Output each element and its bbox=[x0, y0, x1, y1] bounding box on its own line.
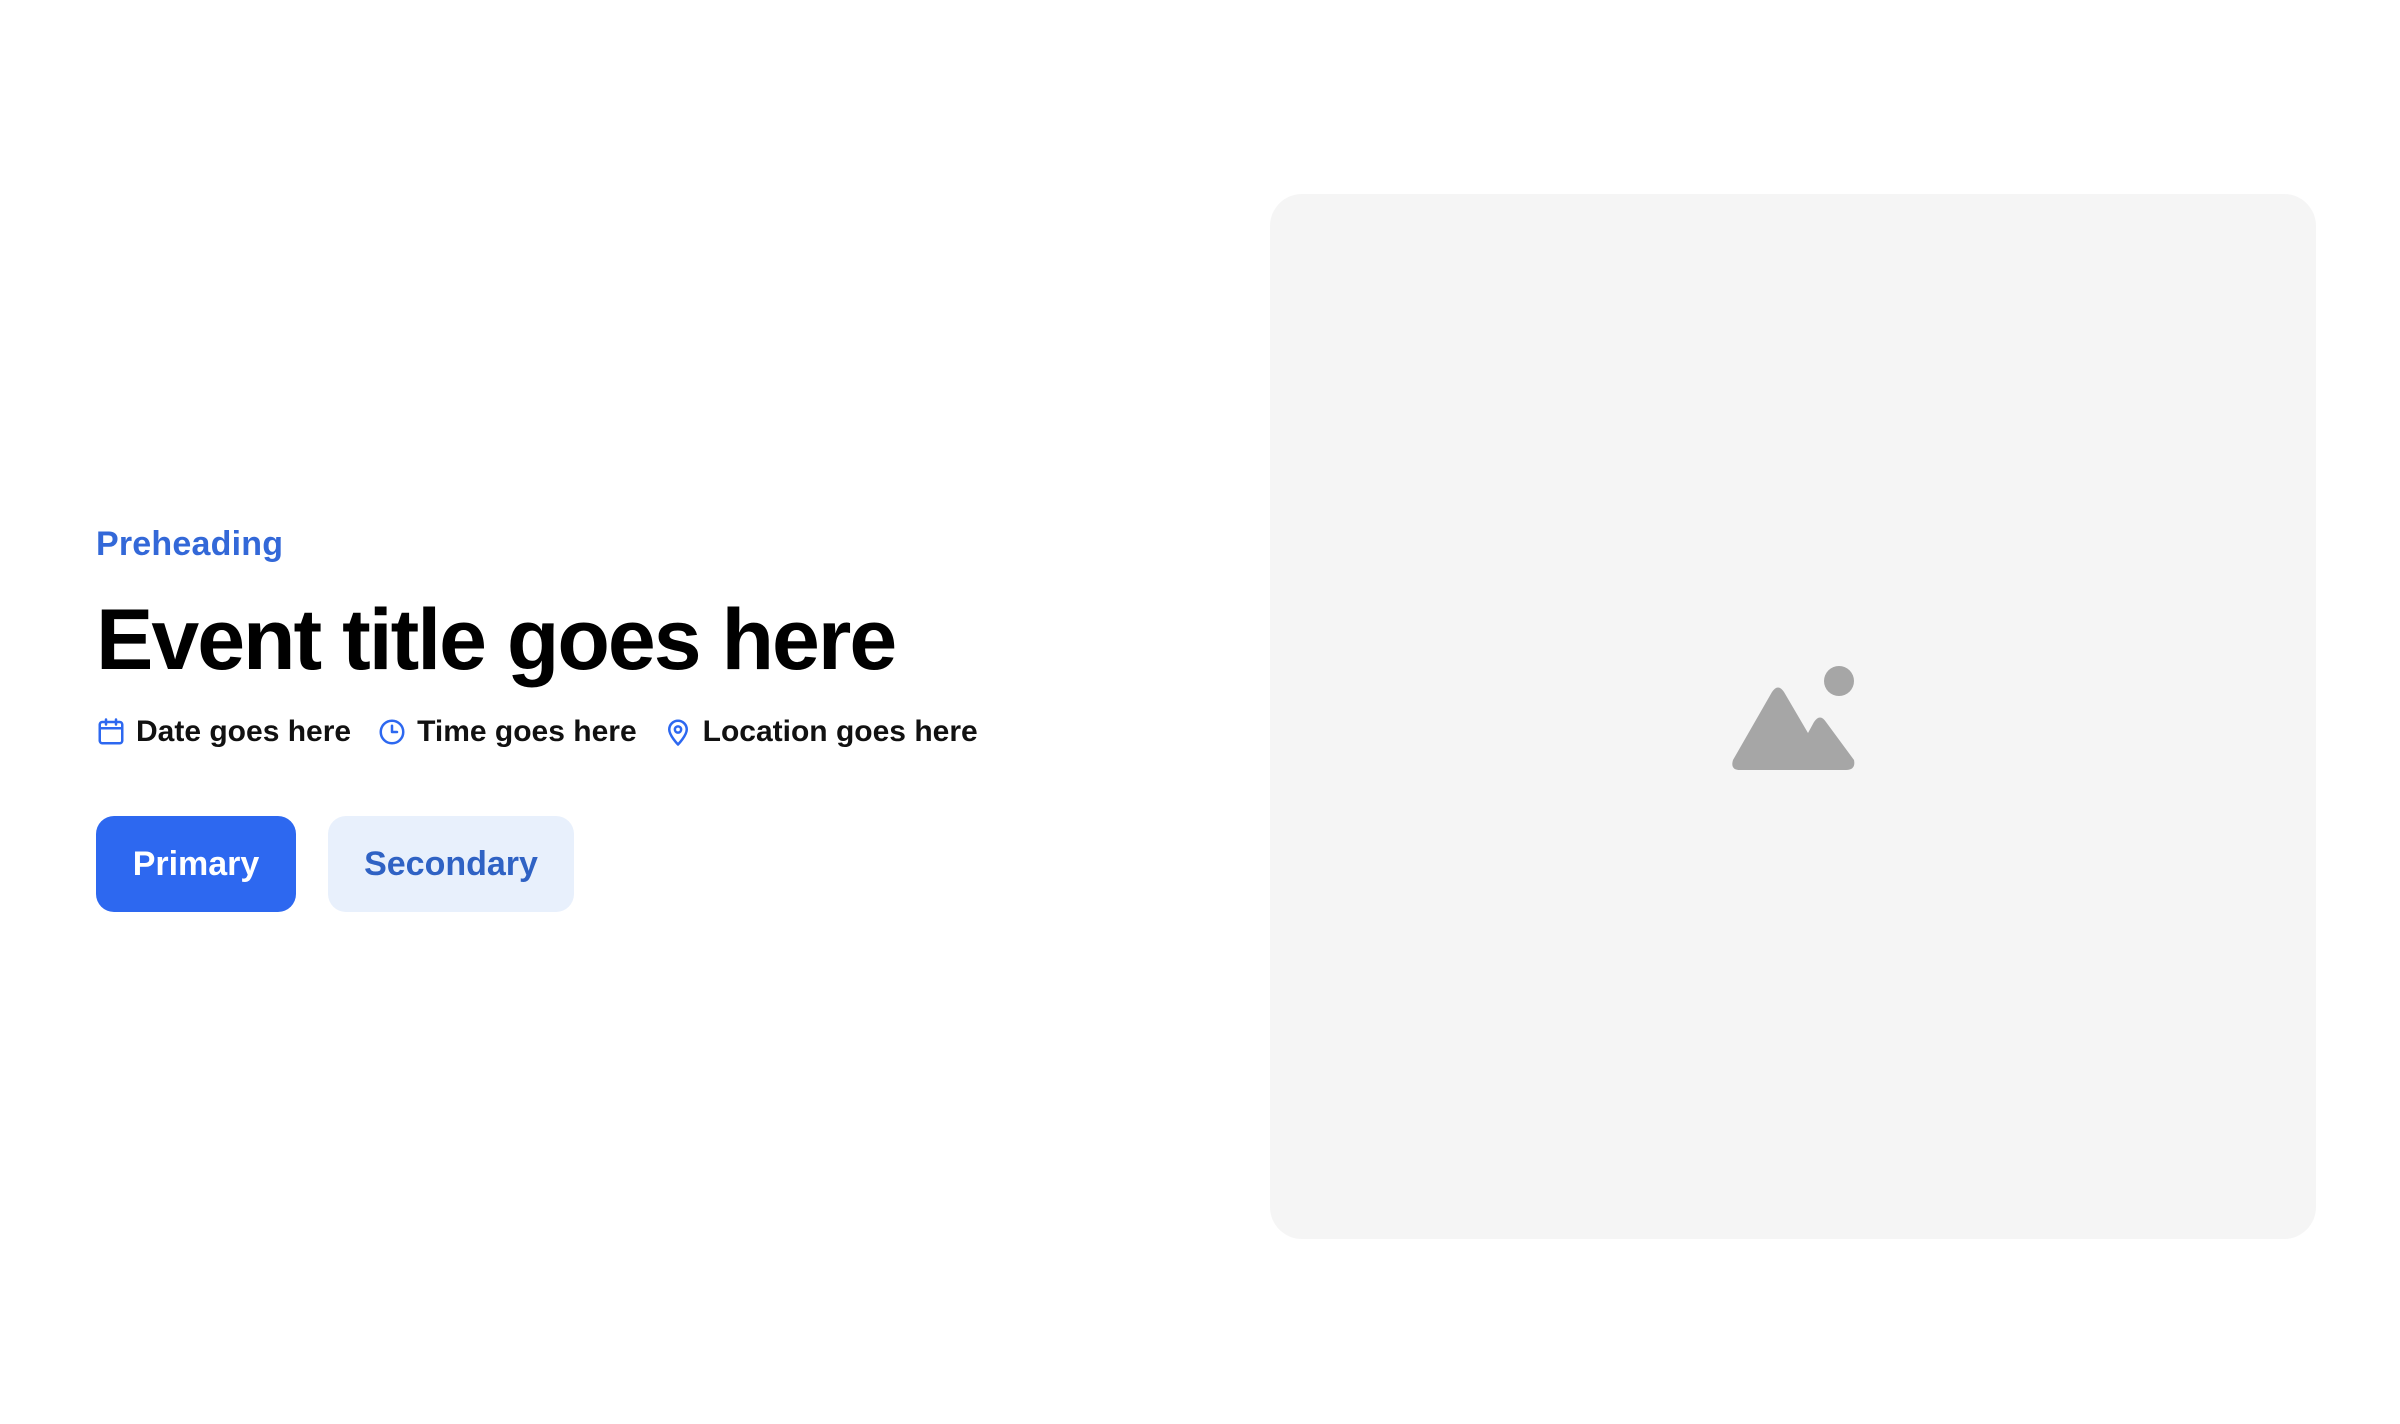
event-hero: Preheading Event title goes here Date go… bbox=[0, 0, 2400, 1424]
event-meta: Date goes here Time goes here Location g… bbox=[96, 710, 1196, 754]
action-buttons: Primary Secondary bbox=[96, 816, 1196, 912]
event-date: Date goes here bbox=[96, 712, 351, 752]
clock-icon bbox=[377, 717, 407, 747]
preheading: Preheading bbox=[96, 525, 284, 563]
event-location: Location goes here bbox=[663, 712, 978, 752]
map-pin-icon bbox=[663, 717, 693, 747]
calendar-icon bbox=[96, 717, 126, 747]
secondary-button[interactable]: Secondary bbox=[328, 816, 574, 912]
event-location-text: Location goes here bbox=[702, 715, 978, 748]
event-title: Event title goes here bbox=[96, 592, 897, 688]
image-placeholder-icon bbox=[1728, 666, 1858, 770]
event-time-text: Time goes here bbox=[417, 715, 637, 748]
event-date-text: Date goes here bbox=[136, 715, 352, 748]
image-placeholder bbox=[1270, 194, 2316, 1239]
primary-button[interactable]: Primary bbox=[96, 816, 296, 912]
event-time: Time goes here bbox=[377, 712, 637, 752]
event-content: Preheading Event title goes here Date go… bbox=[96, 520, 1196, 912]
